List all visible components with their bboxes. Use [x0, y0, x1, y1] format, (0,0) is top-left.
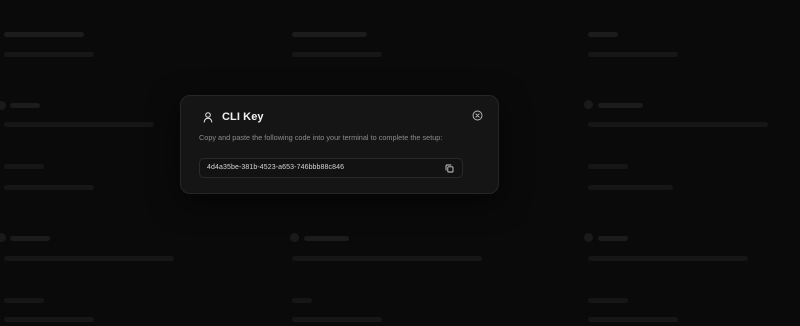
- background-text: [588, 32, 618, 37]
- background-text: [4, 185, 94, 190]
- cli-key-field[interactable]: 4d4a35be-381b-4523-a653-746bbb88c846: [199, 158, 463, 178]
- background-text: [4, 32, 84, 37]
- background-text: [10, 236, 50, 241]
- background-icon: [0, 233, 6, 242]
- modal-description: Copy and paste the following code into y…: [199, 133, 443, 142]
- background-text: [598, 236, 628, 241]
- cli-key-modal: CLI Key Copy and paste the following cod…: [180, 95, 499, 194]
- background-icon: [584, 100, 593, 109]
- background-icon: [290, 233, 299, 242]
- background-text: [588, 298, 628, 303]
- copy-icon[interactable]: [445, 164, 454, 173]
- background-text: [292, 317, 382, 322]
- background-text: [598, 103, 643, 108]
- background-text: [4, 317, 94, 322]
- background-text: [588, 185, 673, 190]
- background-text: [588, 122, 768, 127]
- background-text: [292, 32, 367, 37]
- background-text: [4, 122, 154, 127]
- user-icon: [203, 112, 213, 123]
- modal-header: CLI Key: [202, 111, 264, 123]
- background-text: [292, 256, 482, 261]
- close-circle-icon[interactable]: [472, 110, 483, 121]
- background-text: [4, 52, 94, 57]
- background-text: [10, 103, 40, 108]
- background-text: [4, 256, 174, 261]
- background-text: [588, 52, 678, 57]
- background-text: [292, 298, 312, 303]
- background-icon: [0, 101, 6, 110]
- cli-key-value[interactable]: 4d4a35be-381b-4523-a653-746bbb88c846: [207, 164, 344, 171]
- background-text: [588, 317, 678, 322]
- background-text: [292, 52, 382, 57]
- background-text: [588, 256, 748, 261]
- background-icon: [584, 233, 593, 242]
- background-text: [588, 164, 628, 169]
- background-text: [304, 236, 349, 241]
- modal-title: CLI Key: [222, 111, 264, 123]
- background-text: [4, 298, 44, 303]
- background-text: [4, 164, 44, 169]
